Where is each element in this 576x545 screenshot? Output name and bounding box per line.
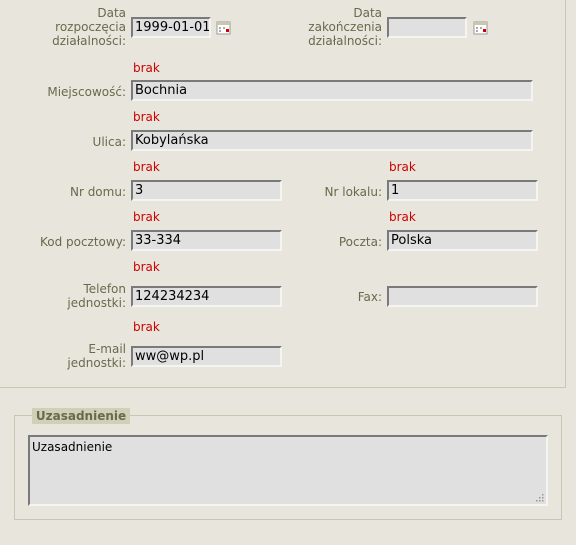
flat-no-input[interactable]: 1 <box>387 180 538 201</box>
phone-label: Telefon jednostki: <box>20 282 126 310</box>
end-date-label-line-1: Data <box>353 6 382 20</box>
fax-input[interactable] <box>387 286 538 307</box>
street-label: Ulica: <box>92 135 126 149</box>
post-office-error: brak <box>389 210 416 224</box>
flat-no-label: Nr lokalu: <box>324 185 382 199</box>
flat-no-error: brak <box>389 160 416 174</box>
house-no-input[interactable]: 3 <box>131 180 282 201</box>
email-label-line-2: jednostki: <box>67 356 126 370</box>
resize-grip-icon[interactable] <box>534 492 544 502</box>
phone-label-line-2: jednostki: <box>67 296 126 310</box>
start-date-label: Data rozpoczęcia działalności: <box>40 6 126 48</box>
house-no-label: Nr domu: <box>69 185 126 199</box>
phone-label-line-1: Telefon <box>83 282 126 296</box>
justification-text: Uzasadnienie <box>32 440 113 454</box>
justification-textarea[interactable]: Uzasadnienie <box>28 435 548 506</box>
start-date-label-line-2: rozpoczęcia <box>55 20 126 34</box>
city-error: brak <box>133 61 160 75</box>
post-office-label: Poczta: <box>338 235 382 249</box>
phone-input[interactable]: 124234234 <box>131 286 282 307</box>
end-date-label-line-2: zakończenia <box>308 20 382 34</box>
post-office-input[interactable]: Polska <box>387 230 538 251</box>
email-input[interactable]: ww@wp.pl <box>131 346 282 367</box>
email-label-line-1: E-mail <box>88 342 126 356</box>
email-label: E-mail jednostki: <box>20 342 126 370</box>
justification-legend: Uzasadnienie <box>32 408 130 424</box>
postal-code-error: brak <box>133 210 160 224</box>
postal-code-label: Kod pocztowy: <box>39 235 126 249</box>
house-no-error: brak <box>133 160 160 174</box>
start-date-label-line-3: działalności: <box>52 34 126 48</box>
fax-label: Fax: <box>357 290 382 304</box>
calendar-icon[interactable] <box>216 20 232 36</box>
start-date-input[interactable]: 1999-01-01 <box>131 17 211 38</box>
city-input[interactable]: Bochnia <box>131 80 533 101</box>
end-date-label-line-3: działalności: <box>308 34 382 48</box>
street-input[interactable]: Kobylańska <box>131 130 533 151</box>
phone-error: brak <box>133 260 160 274</box>
email-error: brak <box>133 320 160 334</box>
postal-code-input[interactable]: 33-334 <box>131 230 282 251</box>
start-date-label-line-1: Data <box>97 6 126 20</box>
end-date-label: Data zakończenia działalności: <box>296 6 382 48</box>
city-label: Miejscowość: <box>47 85 126 99</box>
end-date-input[interactable] <box>387 17 467 38</box>
street-error: brak <box>133 110 160 124</box>
calendar-icon[interactable] <box>473 20 489 36</box>
